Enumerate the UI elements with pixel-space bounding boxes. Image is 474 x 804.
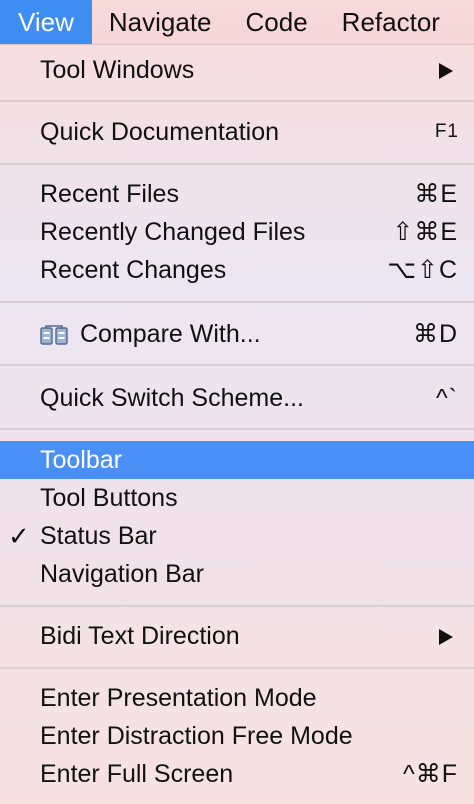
menu-item-label: Quick Documentation xyxy=(40,118,280,146)
menu-item-enter-presentation-mode[interactable]: Enter Presentation Mode xyxy=(0,679,474,717)
menu-item-shortcut: ^⌘F xyxy=(402,760,458,788)
menu-separator xyxy=(0,163,474,165)
menu-separator xyxy=(0,301,474,303)
menu-item-shortcut: ⌥⇧C xyxy=(387,256,458,284)
menu-bar: View Navigate Code Refactor xyxy=(0,0,474,45)
menu-item-quick-switch-scheme[interactable]: Quick Switch Scheme... ^` xyxy=(0,379,474,417)
menu-item-shortcut: ⌘D xyxy=(412,320,458,348)
menu-item-label: Recently Changed Files xyxy=(40,218,306,246)
menu-item-recently-changed-files[interactable]: Recently Changed Files ⇧⌘E xyxy=(0,213,474,251)
menu-item-label: Status Bar xyxy=(40,522,157,550)
menu-item-shortcut: ⇧⌘E xyxy=(392,218,458,246)
menu-item-label: Quick Switch Scheme... xyxy=(40,384,304,412)
menubar-code[interactable]: Code xyxy=(229,0,325,44)
menu-item-label: Recent Files xyxy=(40,180,179,208)
menu-item-label: Compare With... xyxy=(80,320,261,348)
menu-item-status-bar[interactable]: ✓ Status Bar xyxy=(0,517,474,555)
menu-item-label: Tool Windows xyxy=(40,56,195,84)
menu-item-label: Toolbar xyxy=(40,446,122,474)
submenu-arrow-icon xyxy=(439,629,453,645)
menu-item-label: Tool Buttons xyxy=(40,484,178,512)
menu-separator xyxy=(0,667,474,669)
menu-item-quick-documentation[interactable]: Quick Documentation F1 xyxy=(0,113,474,151)
menu-separator xyxy=(0,100,474,102)
menu-separator xyxy=(0,428,474,430)
menu-item-enter-full-screen[interactable]: Enter Full Screen ^⌘F xyxy=(0,755,474,793)
menu-item-label: Enter Distraction Free Mode xyxy=(40,722,353,750)
menu-item-label: Recent Changes xyxy=(40,256,227,284)
checkmark-icon: ✓ xyxy=(8,521,30,551)
menu-item-tool-windows[interactable]: Tool Windows xyxy=(0,51,474,89)
menu-item-shortcut: F1 xyxy=(434,121,459,142)
menu-item-enter-distraction-free-mode[interactable]: Enter Distraction Free Mode xyxy=(0,717,474,755)
menubar-refactor[interactable]: Refactor xyxy=(325,0,457,44)
menu-item-label: Bidi Text Direction xyxy=(40,622,240,650)
menu-item-shortcut: ^` xyxy=(435,384,458,412)
menu-item-recent-files[interactable]: Recent Files ⌘E xyxy=(0,175,474,213)
compare-icon xyxy=(40,325,68,345)
menu-item-compare-with[interactable]: Compare With... ⌘D xyxy=(0,315,474,353)
menu-separator xyxy=(0,605,474,607)
menu-item-toolbar[interactable]: Toolbar xyxy=(0,441,474,479)
menu-item-label: Enter Presentation Mode xyxy=(40,684,317,712)
submenu-arrow-icon xyxy=(439,63,453,79)
menubar-navigate[interactable]: Navigate xyxy=(92,0,229,44)
menu-item-label: Navigation Bar xyxy=(40,560,204,588)
menu-item-shortcut: ⌘E xyxy=(414,180,458,208)
menu-separator xyxy=(0,364,474,366)
view-menu: Tool Windows Quick Documentation F1 Rece… xyxy=(0,44,474,804)
menu-item-recent-changes[interactable]: Recent Changes ⌥⇧C xyxy=(0,251,474,289)
menu-item-bidi-text-direction[interactable]: Bidi Text Direction xyxy=(0,617,474,655)
menu-item-label: Enter Full Screen xyxy=(40,760,234,788)
menubar-view[interactable]: View xyxy=(0,0,92,44)
menu-item-navigation-bar[interactable]: Navigation Bar xyxy=(0,555,474,593)
menu-item-tool-buttons[interactable]: Tool Buttons xyxy=(0,479,474,517)
